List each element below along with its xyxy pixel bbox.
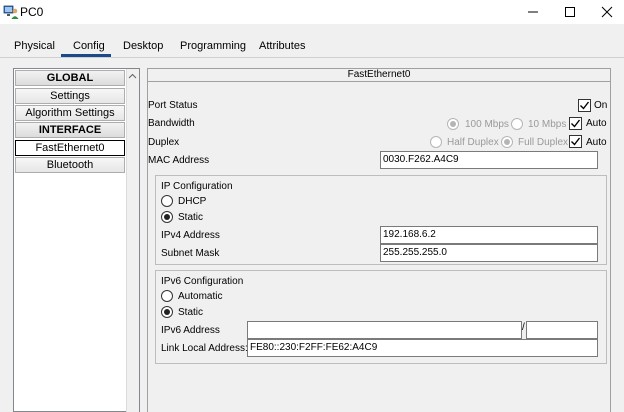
full-duplex-radio[interactable] [501, 136, 513, 148]
nav-header-interface: INTERFACE [15, 122, 125, 138]
close-button[interactable] [590, 0, 624, 24]
person-pc-icon [3, 4, 19, 20]
bandwidth-10-radio[interactable] [511, 118, 523, 130]
nav-header-global: GLOBAL [15, 70, 125, 86]
tab-programming[interactable]: Programming [180, 40, 246, 56]
link-local-address-label: Link Local Address: [161, 343, 248, 354]
bandwidth-auto-checkbox[interactable] [569, 117, 582, 130]
ipv6-static-label: Static [178, 307, 204, 318]
ipv6-group-title: IPv6 Configuration [161, 276, 244, 287]
checkmark-icon [580, 101, 590, 110]
bandwidth-label: Bandwidth [148, 118, 195, 129]
bandwidth-100-radio[interactable] [447, 118, 459, 130]
ipv4-address-field[interactable]: 192.168.6.2 [380, 226, 598, 244]
half-duplex-radio[interactable] [430, 136, 442, 148]
nav-item-fastethernet0[interactable]: FastEthernet0 [15, 140, 125, 156]
ipv6-prefix-field[interactable] [526, 321, 598, 339]
ipv6-automatic-label: Automatic [178, 291, 223, 302]
ipv4-static-label: Static [178, 212, 204, 223]
nav-scrollbar[interactable] [126, 69, 139, 412]
nav-item-algorithm-settings[interactable]: Algorithm Settings [15, 105, 125, 121]
bandwidth-100-label: 100 Mbps [465, 119, 509, 130]
half-duplex-label: Half Duplex [447, 137, 499, 148]
ipv4-address-label: IPv4 Address [161, 230, 220, 241]
maximize-button[interactable] [553, 0, 587, 24]
window-title: PC0 [20, 5, 44, 19]
port-status-label: Port Status [148, 100, 198, 111]
bandwidth-10-label: 10 Mbps [528, 119, 567, 130]
dhcp-label: DHCP [178, 196, 207, 207]
chevron-up-icon [128, 73, 137, 79]
ipv4-static-radio[interactable] [161, 211, 173, 223]
port-status-on-checkbox[interactable] [578, 99, 591, 112]
ipv6-automatic-radio[interactable] [161, 290, 173, 302]
subnet-mask-field[interactable]: 255.255.255.0 [380, 244, 598, 262]
tab-attributes[interactable]: Attributes [259, 40, 305, 56]
mac-address-field[interactable]: 0030.F262.A4C9 [380, 151, 598, 169]
checkmark-icon [571, 137, 581, 146]
checkmark-icon [571, 119, 581, 128]
full-duplex-label: Full Duplex [518, 137, 569, 148]
minimize-icon [528, 11, 538, 13]
duplex-label: Duplex [148, 137, 180, 148]
minimize-button[interactable] [516, 0, 550, 24]
link-local-address-field[interactable]: FE80::230:F2FF:FE62:A4C9 [247, 339, 598, 357]
nav-item-bluetooth[interactable]: Bluetooth [15, 157, 125, 173]
maximize-icon [565, 7, 575, 17]
nav-item-settings[interactable]: Settings [15, 88, 125, 104]
tab-desktop[interactable]: Desktop [123, 40, 163, 56]
close-icon [601, 6, 613, 18]
mac-address-label: MAC Address [148, 155, 210, 166]
duplex-auto-label: Auto [586, 137, 607, 148]
ipv6-address-label: IPv6 Address [161, 325, 220, 336]
bandwidth-auto-label: Auto [586, 118, 607, 129]
scroll-up-button[interactable] [126, 69, 139, 83]
ipv6-address-field[interactable] [247, 321, 522, 339]
panel-header: FastEthernet0 [148, 69, 610, 82]
duplex-auto-checkbox[interactable] [569, 135, 582, 148]
tab-physical[interactable]: Physical [14, 40, 55, 56]
port-status-on-label: On [594, 100, 608, 111]
ipv4-group-title: IP Configuration [161, 181, 233, 192]
dhcp-radio[interactable] [161, 195, 173, 207]
subnet-mask-label: Subnet Mask [161, 248, 220, 259]
prefix-separator: / [522, 322, 525, 333]
ipv6-static-radio[interactable] [161, 306, 173, 318]
